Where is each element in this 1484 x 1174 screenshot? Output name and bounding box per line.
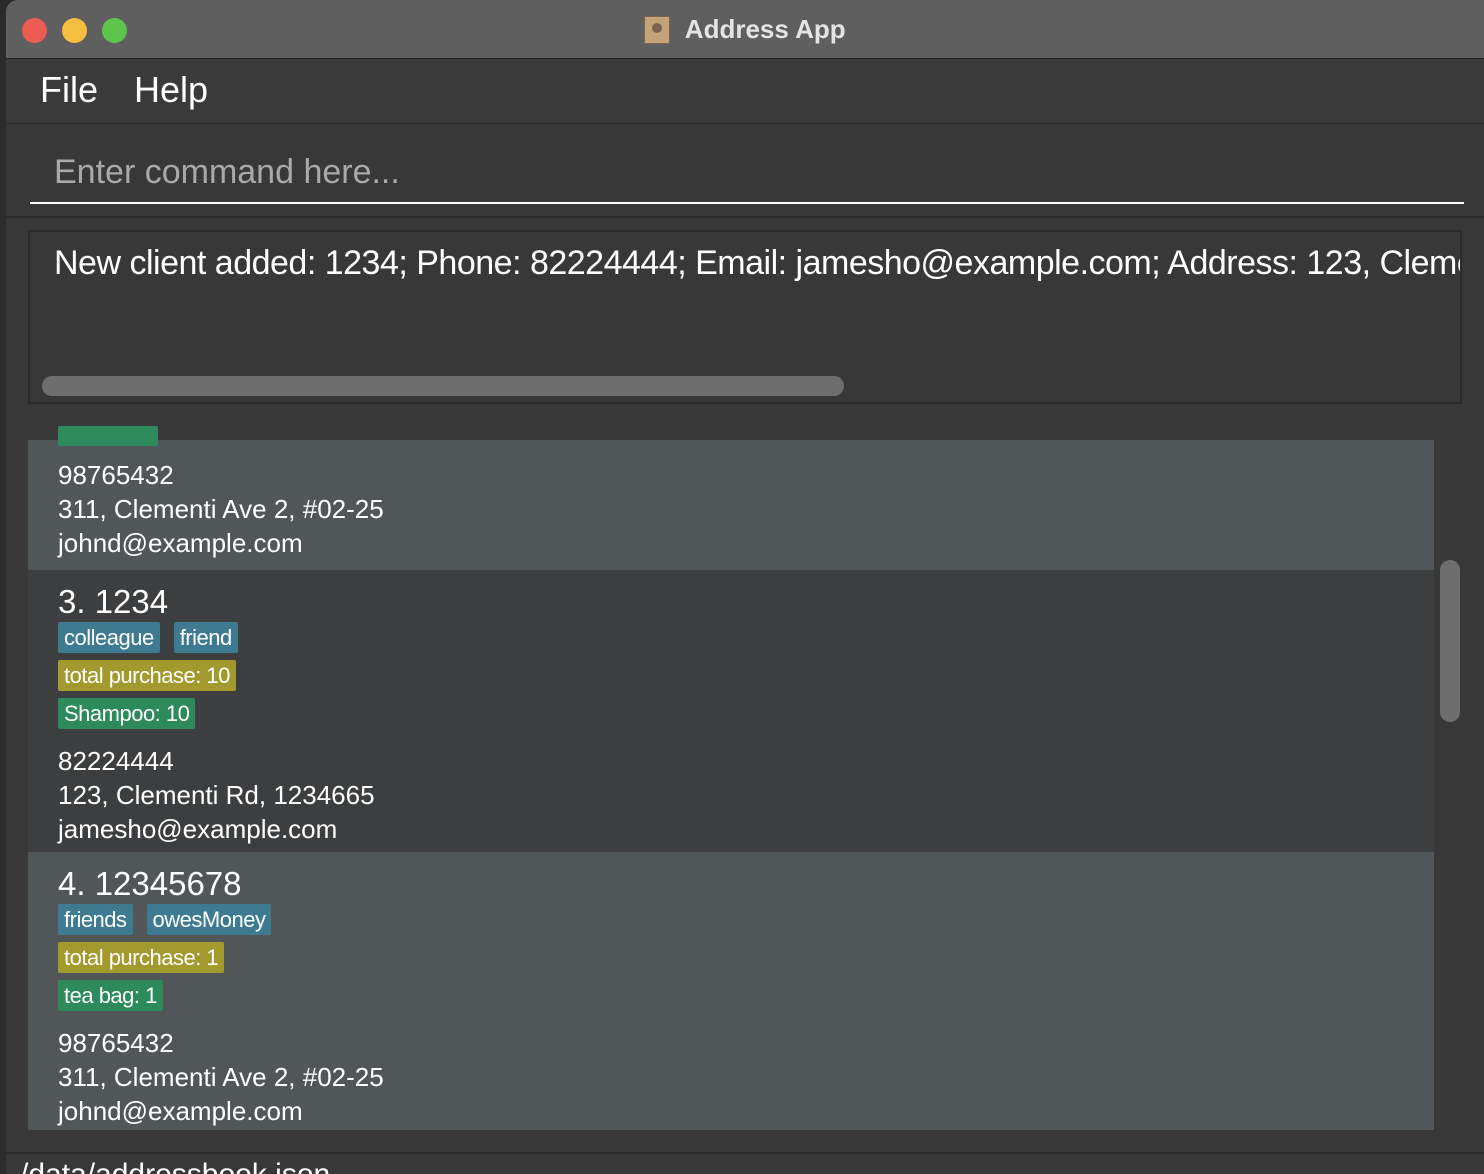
person-card[interactable]: 3. 1234 colleague friend total purchase:… [28, 570, 1434, 852]
card-email: johnd@example.com [58, 528, 303, 558]
tag: owesMoney [146, 904, 272, 935]
menu-help[interactable]: Help [134, 69, 208, 111]
card-phone: 98765432 [58, 1028, 174, 1058]
tag: friend [173, 622, 238, 653]
app-window: Address App File Help New client added: … [6, 0, 1484, 1174]
card-phone: 82224444 [58, 746, 174, 776]
window-title: Address App [684, 14, 846, 44]
purchase-row: total purchase: 10 [58, 660, 375, 698]
tag: colleague [58, 622, 160, 653]
horizontal-scrollbar[interactable] [42, 376, 844, 396]
item-row: tea bag: 1 [58, 980, 384, 1018]
purchase-row: total purchase: 1 [58, 942, 384, 980]
status-bar: /data/addressbook.json [6, 1152, 1484, 1174]
command-box [6, 124, 1484, 218]
item-tag: Shampoo: 10 [58, 698, 196, 729]
vertical-scrollbar[interactable] [1440, 560, 1460, 722]
card-address: 123, Clementi Rd, 1234665 [58, 780, 375, 810]
tag: friends [58, 904, 133, 935]
result-message: New client added: 1234; Phone: 82224444;… [54, 244, 1460, 282]
menu-bar: File Help [6, 59, 1484, 124]
save-location: /data/addressbook.json [20, 1158, 330, 1174]
card-phone: 98765432 [58, 460, 174, 490]
address-book-icon [644, 15, 671, 44]
title-group: Address App [6, 14, 1484, 45]
tag-row: friends owesMoney [58, 904, 384, 942]
total-purchase-tag: total purchase: 1 [58, 942, 225, 973]
result-display: New client added: 1234; Phone: 82224444;… [28, 230, 1462, 404]
total-purchase-tag: total purchase: 10 [58, 660, 236, 691]
card-email: jamesho@example.com [58, 814, 338, 844]
tag-partial [58, 426, 158, 446]
command-input[interactable] [30, 142, 1464, 204]
tag-row: colleague friend [58, 622, 375, 660]
item-row: Shampoo: 10 [58, 698, 375, 736]
card-address: 311, Clementi Ave 2, #02-25 [58, 494, 384, 524]
card-address: 311, Clementi Ave 2, #02-25 [58, 1062, 384, 1092]
person-card[interactable]: 98765432 311, Clementi Ave 2, #02-25 joh… [28, 426, 1434, 570]
person-list: 98765432 311, Clementi Ave 2, #02-25 joh… [6, 418, 1484, 1152]
item-tag: tea bag: 1 [58, 980, 163, 1011]
title-bar[interactable]: Address App [6, 0, 1484, 59]
person-card[interactable]: 4. 12345678 friends owesMoney total purc… [28, 852, 1434, 1130]
menu-file[interactable]: File [40, 69, 98, 111]
card-email: johnd@example.com [58, 1096, 303, 1126]
card-name: 3. 1234 [58, 583, 169, 620]
card-name: 4. 12345678 [58, 865, 242, 902]
